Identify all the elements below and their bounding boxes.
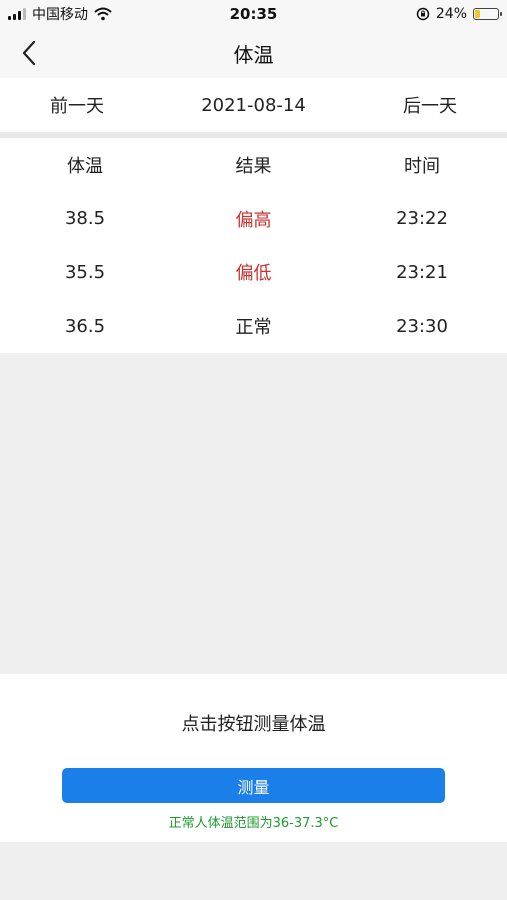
row-temperature: 35.5 — [64, 261, 106, 283]
row-time: 23:21 — [396, 261, 448, 283]
table-header: 体温 结果 时间 — [0, 138, 507, 192]
table-row: 35.5 偏低 23:21 — [0, 246, 507, 300]
row-time: 23:30 — [396, 315, 448, 337]
battery-icon — [473, 8, 502, 20]
date-bar: 前一天 2021-08-14 后一天 — [0, 78, 507, 132]
page-title: 体温 — [233, 42, 274, 67]
table-row: 38.5 偏高 23:22 — [0, 192, 507, 246]
prev-day-button[interactable]: 前一天 — [50, 92, 104, 118]
next-day-button[interactable]: 后一天 — [403, 92, 457, 118]
carrier-label: 中国移动 — [32, 7, 88, 23]
row-result: 偏低 — [235, 263, 272, 285]
row-temperature: 36.5 — [64, 315, 106, 337]
wifi-icon — [94, 7, 112, 21]
row-temperature: 38.5 — [64, 208, 106, 230]
back-button[interactable] — [14, 38, 44, 68]
orientation-lock-icon — [416, 7, 430, 21]
nav-bar: 体温 — [0, 28, 507, 78]
normal-range-hint: 正常人体温范围为36-37.3°C — [168, 816, 339, 831]
header-time: 时间 — [404, 155, 440, 177]
header-result: 结果 — [235, 155, 272, 177]
status-bar: 中国移动 20:35 24% — [0, 0, 507, 28]
status-right: 24% — [416, 6, 502, 22]
row-time: 23:22 — [396, 208, 448, 230]
status-left: 中国移动 — [8, 4, 112, 24]
measure-button[interactable]: 测量 — [62, 768, 445, 803]
signal-icon — [8, 8, 26, 20]
current-date: 2021-08-14 — [201, 94, 306, 116]
battery-percent: 24% — [435, 6, 467, 22]
row-result: 正常 — [235, 317, 272, 339]
temperature-table: 体温 结果 时间 38.5 偏高 23:22 35.5 偏低 23:21 36.… — [0, 138, 507, 353]
header-temperature: 体温 — [67, 155, 103, 177]
chevron-left-icon — [22, 40, 36, 66]
table-row: 36.5 正常 23:30 — [0, 299, 507, 353]
row-result: 偏高 — [235, 209, 272, 231]
measure-prompt: 点击按钮测量体温 — [181, 714, 326, 735]
measure-panel: 点击按钮测量体温 测量 正常人体温范围为36-37.3°C — [0, 674, 507, 842]
